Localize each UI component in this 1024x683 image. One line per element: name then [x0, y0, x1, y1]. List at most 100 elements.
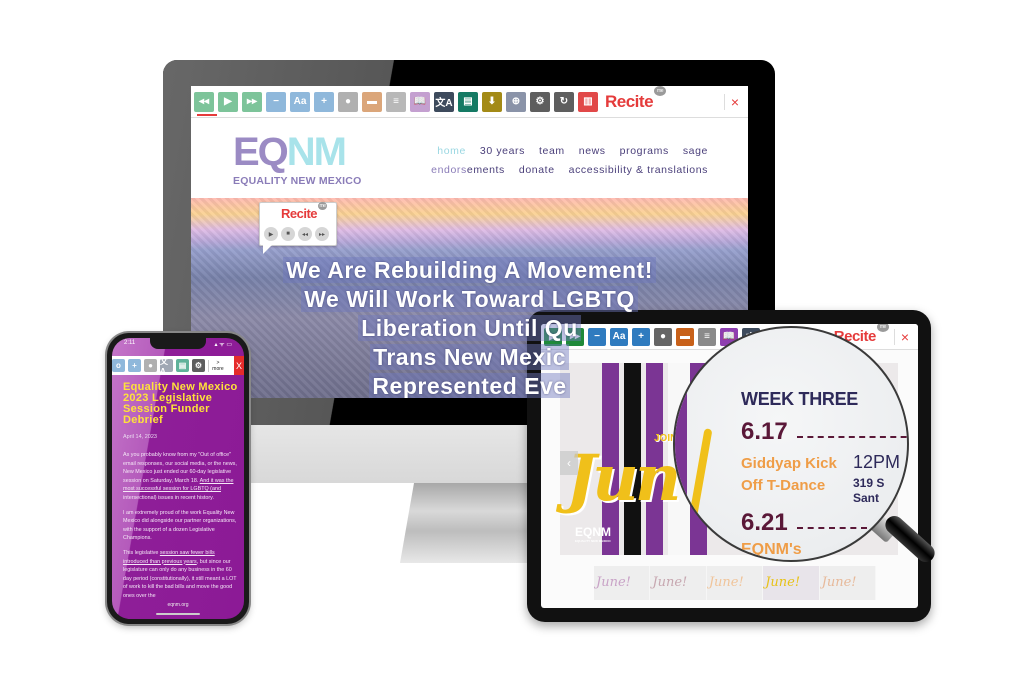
magnified-purple-stripe	[675, 328, 687, 560]
decrease-text-icon[interactable]: −	[266, 91, 286, 112]
active-button-indicator	[197, 114, 217, 116]
thumbnail-label: June!	[821, 575, 857, 590]
main-nav: home 30 years team news programs sage endorse…	[417, 142, 708, 180]
thumbnail-strip: June! June! June! June! June!	[594, 566, 877, 600]
thumbnail-label: June!	[708, 575, 744, 590]
thumbnail[interactable]: June!	[594, 566, 651, 600]
magnifying-glass-lens: WEEK THREE 6.17 Giddyap Kick Off T-Dance …	[673, 326, 909, 562]
tablet-close-button[interactable]: ×	[893, 328, 915, 345]
event-1-line-1: Giddyap Kick	[741, 455, 837, 472]
article-paragraph: This legislative session saw fewer bills…	[123, 549, 237, 599]
popup-badge: me	[318, 202, 328, 210]
magnified-week-heading: WEEK THREE	[741, 389, 859, 409]
popup-control-button[interactable]: ◂◂	[298, 227, 312, 241]
hero-line-text: We Are Rebuilding A Movement!	[283, 257, 656, 283]
hero-banner: Recite me ▶ ■ ◂◂ ▸▸ We Are Rebuilding A Move…	[191, 198, 748, 398]
hero-line-text: Liberation Until Qu	[358, 315, 581, 341]
hero-line-text: Trans New Mexic	[370, 344, 569, 370]
phone-notch	[150, 338, 206, 349]
settings-icon[interactable]: ⚙	[530, 91, 550, 112]
ruler-icon[interactable]: ▬	[362, 91, 382, 112]
font-icon[interactable]: Aa	[290, 91, 310, 112]
logo-mark-nm: NM	[286, 130, 347, 174]
nav-donate[interactable]: donate	[519, 164, 555, 176]
event-1-line-2: Off T-Dance	[741, 477, 826, 494]
nav-programs[interactable]: programs	[620, 145, 669, 157]
translate-icon[interactable]: 文A	[160, 357, 173, 376]
hero-line: We Will Work Toward LGBTQ	[191, 285, 748, 314]
nav-home[interactable]: home	[437, 145, 466, 157]
hero-line: Trans New Mexic	[191, 343, 748, 372]
nav-30-years[interactable]: 30 years	[480, 145, 525, 157]
article-link[interactable]: session saw fewer bills introduced than …	[123, 550, 215, 565]
eqnm-logo[interactable]: EQNM EQUALITY NEW MEXICO	[233, 132, 361, 187]
magnified-date-2: 6.21	[741, 509, 788, 536]
hero-line: Liberation Until Qu	[191, 314, 748, 343]
thumbnail-label: June!	[596, 575, 631, 590]
color-wheel-icon[interactable]: ●	[144, 359, 157, 372]
tablet-recite-badge: me	[876, 324, 889, 332]
recite-logo-text: Recite	[605, 91, 654, 111]
recite-speech-popup: Recite me ▶ ■ ◂◂ ▸▸	[259, 202, 337, 254]
decrease-text-icon[interactable]: o	[112, 359, 125, 372]
thumbnail[interactable]: June!	[820, 566, 877, 600]
download-icon[interactable]: ⬇	[482, 91, 502, 112]
popup-control-button[interactable]: ▸▸	[315, 227, 329, 241]
increase-text-icon[interactable]: +	[314, 91, 334, 112]
screen-mask-icon[interactable]: ≡	[386, 91, 406, 112]
magnified-event-2: EQNM's	[741, 541, 802, 558]
nav-endorsements[interactable]: endorsements	[431, 164, 505, 176]
increase-text-icon[interactable]: +	[128, 359, 141, 372]
docs-icon[interactable]: ▥	[578, 91, 598, 112]
dashed-divider	[797, 527, 867, 529]
magnified-address-1: 319 S Sant	[853, 476, 884, 506]
url-bar[interactable]: eqnm.org	[112, 602, 244, 608]
reader-icon[interactable]: ▤	[176, 359, 189, 372]
magnified-time-1: 12PM	[853, 452, 901, 472]
popup-control-button[interactable]: ▶	[264, 227, 278, 241]
nav-team[interactable]: team	[539, 145, 565, 157]
article-paragraph: As you probably know from my "Out of off…	[123, 452, 237, 501]
carousel-prev-button[interactable]: ‹	[560, 451, 578, 475]
popup-control-button[interactable]: ■	[281, 227, 295, 241]
hero-line: Represented Eve	[191, 372, 748, 398]
popup-controls: ▶ ■ ◂◂ ▸▸	[264, 227, 329, 241]
thumbnail[interactable]: June!	[707, 566, 764, 600]
logo-mark-eq: EQ	[233, 130, 289, 174]
reset-icon[interactable]: ↻	[554, 91, 574, 112]
dashed-divider	[797, 436, 907, 438]
address-line-2: Sant	[853, 491, 880, 505]
nav-news[interactable]: news	[579, 145, 606, 157]
site-header: EQNM EQUALITY NEW MEXICO home 30 years tea…	[191, 118, 748, 198]
nav-endorsements-highlight: endors	[431, 164, 467, 176]
home-indicator[interactable]	[156, 613, 200, 615]
magnified-event-1: Giddyap Kick Off T-Dance	[741, 453, 837, 497]
hero-headline: We Are Rebuilding A Movement! We Will Wor…	[191, 256, 748, 398]
flyer-logo-sub: EQUALITY NEW MEXICO	[575, 539, 611, 543]
hero-line: We Are Rebuilding A Movement!	[191, 256, 748, 285]
flyer-june-script: Jun	[566, 441, 681, 516]
close-toolbar-button[interactable]: ×	[723, 93, 745, 110]
recite-badge: me	[654, 86, 667, 96]
magnifier-icon[interactable]: ⊕	[506, 91, 526, 112]
color-wheel-icon[interactable]: ●	[338, 91, 358, 112]
desktop-screen: ◂◂ ▶ ▸▸ − Aa + ● ▬ ≡ 📖 文A ▤ ⬇ ⊕ ⚙ ↻ ▥ Recite me × EQNM EQU…	[191, 86, 748, 398]
play-icon[interactable]: ▶	[218, 91, 238, 112]
nav-sage[interactable]: sage	[683, 145, 708, 157]
thumbnail[interactable]: June!	[763, 566, 820, 600]
article-link[interactable]: And it was the most successful session f…	[123, 478, 233, 493]
article-body: As you probably know from my "Out of off…	[123, 451, 239, 607]
translate-icon[interactable]: 文A	[434, 91, 454, 112]
rewind-icon[interactable]: ◂◂	[194, 91, 214, 112]
nav-accessibility-translations[interactable]: accessibility & translations	[569, 164, 708, 176]
thumbnail-label: June!	[652, 575, 688, 590]
fast-forward-icon[interactable]: ▸▸	[242, 91, 262, 112]
article-paragraph: I am extremely proud of the work Equalit…	[123, 509, 237, 542]
nav-row-1: home 30 years team news programs sage	[417, 142, 708, 161]
reader-icon[interactable]: ▤	[458, 91, 478, 112]
magnified-date-1: 6.17	[741, 418, 788, 445]
recite-logo[interactable]: Recite me	[605, 86, 667, 112]
dictionary-icon[interactable]: 📖	[410, 91, 430, 112]
thumbnail[interactable]: June!	[650, 566, 707, 600]
address-line-1: 319 S	[853, 476, 885, 490]
